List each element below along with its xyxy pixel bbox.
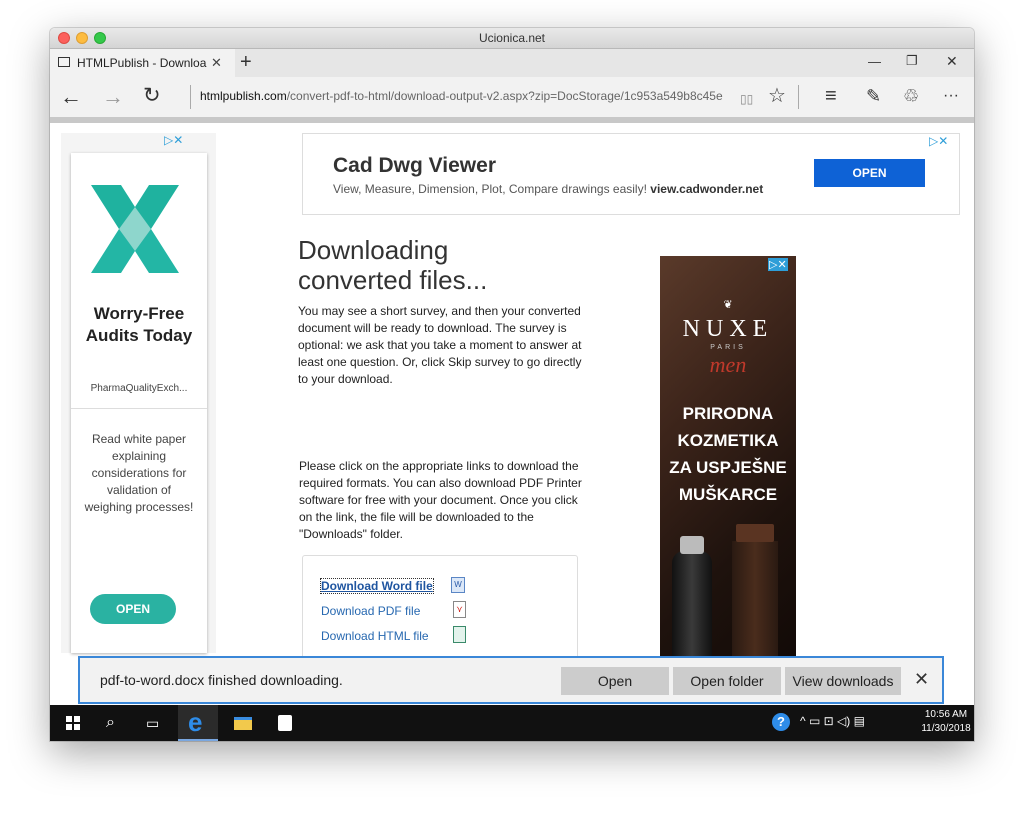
tab-htmlpublish[interactable]: HTMLPublish - Downloa ✕ <box>50 49 235 77</box>
nuxe-brand: NUXE <box>682 316 774 342</box>
edge-taskbar-button[interactable]: e <box>178 705 218 741</box>
left-ad-headline: Worry-Free Audits Today <box>85 304 193 345</box>
restore-icon[interactable]: ❐ <box>906 53 918 69</box>
spray-cap <box>680 536 704 554</box>
address-domain: htmlpublish.com <box>200 89 287 103</box>
download-pdf-link[interactable]: Download PDF file <box>321 604 420 618</box>
clock-time: 10:56 AM <box>924 709 968 720</box>
favorite-star-icon[interactable]: ☆ <box>768 86 786 106</box>
edge-icon: e <box>188 707 203 737</box>
forward-icon[interactable]: → <box>102 86 124 108</box>
browser-window: Ucionica.net HTMLPublish - Downloa ✕ + —… <box>50 28 974 741</box>
navigation-bar: ← → ↻ htmlpublish.com/convert-pdf-to-htm… <box>50 77 974 123</box>
instructions-text: Please click on the appropriate links to… <box>299 459 582 541</box>
web-note-icon[interactable]: ✎ <box>866 87 881 105</box>
task-view-icon[interactable]: ▭ <box>146 713 159 733</box>
left-ad-source: PharmaQualityExch... <box>90 383 188 394</box>
left-ad-body: Read white paper explaining consideratio… <box>84 432 194 514</box>
window-title: Ucionica.net <box>478 31 546 45</box>
left-ad-card[interactable]: Worry-Free Audits Today PharmaQualityExc… <box>71 153 207 653</box>
open-folder-button[interactable]: Open folder <box>673 667 781 695</box>
top-ad-title[interactable]: Cad Dwg Viewer <box>333 154 496 178</box>
hub-icon[interactable]: ≡ <box>825 86 837 106</box>
intro-text: You may see a short survey, and then you… <box>298 304 582 386</box>
left-ad-divider <box>71 408 207 409</box>
help-icon[interactable]: ? <box>772 713 790 731</box>
nuxe-brand-sub: PARIS <box>710 344 746 351</box>
new-tab-button[interactable]: + <box>240 51 252 74</box>
serum-bottle <box>732 541 778 656</box>
x-logo-icon <box>91 185 179 273</box>
notification-close-icon[interactable]: ✕ <box>914 669 929 690</box>
download-message: pdf-to-word.docx finished downloading. <box>100 672 343 688</box>
adchoices-icon-top[interactable]: ▷✕ <box>929 134 948 148</box>
address-path: /convert-pdf-to-html/download-output-v2.… <box>286 89 723 103</box>
top-ad-site: view.cadwonder.net <box>650 182 764 196</box>
store-icon[interactable] <box>278 715 292 731</box>
mac-title-bar: Ucionica.net <box>50 28 974 49</box>
address-divider <box>190 85 191 109</box>
address-field[interactable]: htmlpublish.com/convert-pdf-to-html/down… <box>200 89 735 103</box>
left-ad-open-button[interactable]: OPEN <box>90 594 176 624</box>
download-html-link[interactable]: Download HTML file <box>321 629 429 643</box>
html-file-icon <box>453 626 466 643</box>
top-ad-description: View, Measure, Dimension, Plot, Compare … <box>333 182 647 196</box>
back-icon[interactable]: ← <box>60 86 82 108</box>
page-icon <box>58 57 70 67</box>
page-title: Downloading converted files... <box>298 235 488 295</box>
file-explorer-icon[interactable] <box>234 717 252 730</box>
toolbar-divider <box>798 85 799 109</box>
clock-date: 11/30/2018 <box>921 723 971 734</box>
share-icon[interactable]: ♲ <box>903 87 919 105</box>
top-advertisement[interactable]: ▷✕ Cad Dwg Viewer View, Measure, Dimensi… <box>302 133 960 215</box>
pdf-file-icon: ⋎ <box>453 601 466 618</box>
right-advertisement[interactable]: ▷✕ ❦ NUXE PARIS men PRIRODNA KOZMETIKA Z… <box>660 256 796 656</box>
nuxe-emblem-icon: ❦ <box>723 299 733 311</box>
clock[interactable]: 10:56 AM 11/30/2018 <box>918 708 974 736</box>
search-icon[interactable]: ⌕ <box>106 713 115 733</box>
reading-view-icon[interactable]: ▯▯ <box>740 90 753 108</box>
nuxe-men: men <box>709 352 747 377</box>
top-ad-text: View, Measure, Dimension, Plot, Compare … <box>333 182 763 196</box>
open-button[interactable]: Open <box>561 667 669 695</box>
adchoices-icon-right[interactable]: ▷✕ <box>768 258 788 271</box>
right-ad-text: PRIRODNA KOZMETIKA ZA USPJEŠNE MUŠKARCE <box>669 404 787 504</box>
left-advertisement[interactable]: ▷✕ Worry-Free Audits Today PharmaQuality… <box>61 133 216 653</box>
download-notification-bar: pdf-to-word.docx finished downloading. O… <box>78 656 944 704</box>
more-icon[interactable]: ··· <box>943 87 959 105</box>
view-downloads-button[interactable]: View downloads <box>785 667 901 695</box>
tab-title: HTMLPublish - Downloa <box>77 56 207 70</box>
web-page: ▷✕ Worry-Free Audits Today PharmaQuality… <box>50 123 974 705</box>
minimize-icon[interactable]: — <box>868 54 881 69</box>
top-ad-open-button[interactable]: OPEN <box>814 159 925 187</box>
system-tray-icons[interactable]: ^ ▭ ⊡ ◁) ▤ <box>800 714 865 728</box>
download-word-link[interactable]: Download Word file <box>320 578 434 594</box>
word-file-icon: W <box>451 577 465 593</box>
refresh-icon[interactable]: ↻ <box>143 85 161 106</box>
tab-bar: HTMLPublish - Downloa ✕ + — ❐ ✕ <box>50 49 974 77</box>
windows-start-icon[interactable] <box>66 716 80 730</box>
adchoices-icon[interactable]: ▷✕ <box>164 133 183 147</box>
spray-bottle <box>672 551 712 656</box>
windows-taskbar: ⌕ ▭ e ? ^ ▭ ⊡ ◁) ▤ 10:56 AM 11/30/2018 <box>50 705 974 741</box>
serum-cap <box>736 524 774 542</box>
tab-close-icon[interactable]: ✕ <box>211 55 222 71</box>
window-close-icon[interactable]: ✕ <box>946 53 958 70</box>
